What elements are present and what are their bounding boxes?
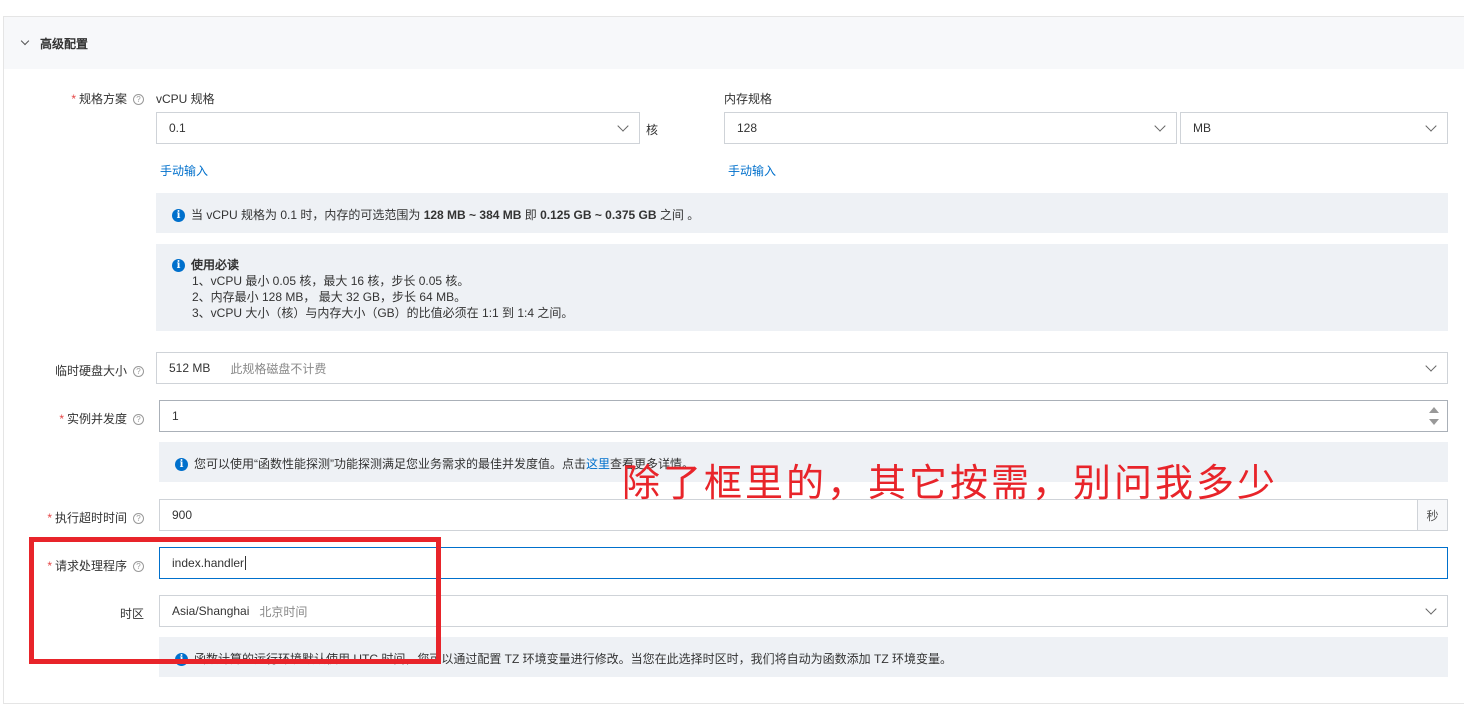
must-read-line: 1、vCPU 最小 0.05 核，最大 16 核，步长 0.05 核。 <box>192 274 470 288</box>
range-notice-prefix: 当 vCPU 规格为 0.1 时，内存的可选范围为 <box>191 208 421 222</box>
required-mark: * <box>59 412 64 426</box>
disk-label-row: 临时硬盘大小? <box>55 362 144 379</box>
vcpu-label: vCPU 规格 <box>156 92 215 106</box>
timeout-value: 900 <box>172 508 193 522</box>
help-icon[interactable]: ? <box>133 94 144 106</box>
range-notice-suffix: 之间 。 <box>659 208 700 222</box>
annotation-text: 除了框里的，其它按需，别问我多少 <box>622 461 1279 505</box>
help-icon[interactable]: ? <box>133 366 144 378</box>
chevron-down-icon <box>1425 360 1437 372</box>
concurrency-input[interactable]: 1 <box>159 400 1448 432</box>
info-icon: i <box>175 458 188 472</box>
required-mark: * <box>47 511 52 525</box>
disk-note: 此规格磁盘不计费 <box>230 361 327 376</box>
chevron-down-icon <box>1154 120 1166 132</box>
chevron-down-icon <box>1425 603 1437 615</box>
concurrency-notice-link[interactable]: 这里 <box>586 457 610 471</box>
memory-manual-input-link[interactable]: 手动输入 <box>728 162 776 179</box>
range-mb: 128 MB ~ 384 MB <box>423 208 522 222</box>
stepper-up-icon[interactable] <box>1429 407 1439 413</box>
section-title: 高级配置 <box>40 36 89 51</box>
must-read-line: 3、vCPU 大小（核）与内存大小（GB）的比值必须在 1:1 到 1:4 之间… <box>192 306 574 320</box>
spec-label-row: * 规格方案? <box>71 90 144 107</box>
range-gb: 0.125 GB ~ 0.375 GB <box>540 208 657 222</box>
concurrency-notice-prefix: 您可以使用“函数性能探测”功能探测满足您业务需求的最佳并发度值。点击 <box>194 457 586 471</box>
chevron-down-icon <box>20 36 30 46</box>
vcpu-select[interactable]: 0.1 <box>156 112 640 144</box>
disk-label: 临时硬盘大小 <box>54 364 127 378</box>
help-icon[interactable]: ? <box>133 414 144 426</box>
vcpu-unit: 核 <box>646 123 659 137</box>
concurrency-value: 1 <box>172 409 179 423</box>
stepper-down-icon[interactable] <box>1429 419 1439 425</box>
memory-unit-select[interactable]: MB <box>1180 112 1448 144</box>
memory-select[interactable]: 128 <box>724 112 1177 144</box>
concurrency-stepper[interactable] <box>1421 401 1447 431</box>
must-read-notice: i 使用必读 1、vCPU 最小 0.05 核，最大 16 核，步长 0.05 核… <box>156 244 1448 331</box>
vcpu-value: 0.1 <box>169 121 186 135</box>
disk-select[interactable]: 512 MB 此规格磁盘不计费 <box>156 352 1448 384</box>
info-icon: i <box>172 259 185 273</box>
range-notice-mid: 即 <box>524 208 537 222</box>
vcpu-manual-input-link[interactable]: 手动输入 <box>160 162 208 179</box>
info-icon: i <box>172 209 185 223</box>
must-read-line: 2、内存最小 128 MB， 最大 32 GB，步长 64 MB。 <box>192 290 467 304</box>
concurrency-label-row: * 实例并发度? <box>59 410 144 427</box>
memory-label: 内存规格 <box>724 92 773 106</box>
must-read-title: 使用必读 <box>191 258 240 272</box>
memory-range-notice: i 当 vCPU 规格为 0.1 时，内存的可选范围为 128 MB ~ 384 … <box>156 193 1448 233</box>
help-icon[interactable]: ? <box>133 513 144 525</box>
concurrency-label: 实例并发度 <box>66 412 127 426</box>
disk-value: 512 MB <box>169 361 211 375</box>
timeout-label-row: * 执行超时时间? <box>47 509 144 526</box>
section-header[interactable]: 高级配置 <box>4 17 1464 69</box>
chevron-down-icon <box>1425 120 1437 132</box>
annotation-highlight-box <box>29 537 441 664</box>
timeout-unit: 秒 <box>1417 500 1447 530</box>
chevron-down-icon <box>617 120 629 132</box>
memory-value: 128 <box>737 121 758 135</box>
spec-label: 规格方案 <box>78 92 127 106</box>
timeout-label: 执行超时时间 <box>54 511 127 525</box>
required-mark: * <box>71 92 76 106</box>
memory-unit-value: MB <box>1193 121 1211 135</box>
